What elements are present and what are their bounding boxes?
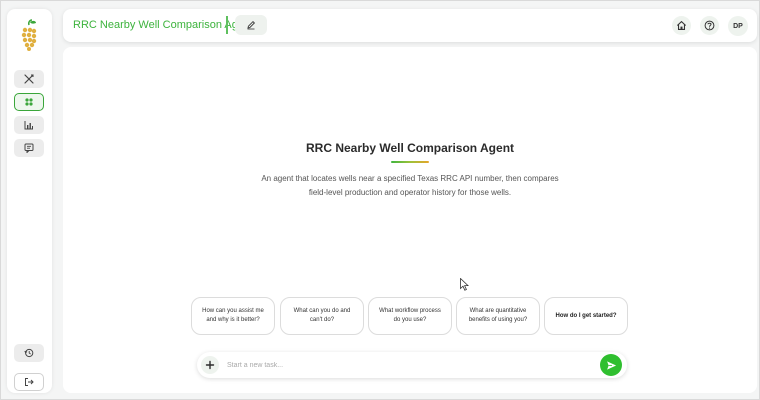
main-content: RRC Nearby Well Comparison Agent An agen… <box>63 47 757 393</box>
sidebar-item-history[interactable] <box>14 344 44 362</box>
send-button[interactable] <box>600 354 622 376</box>
prompt-card[interactable]: What are quantitative benefits of using … <box>456 297 540 335</box>
brand-logo <box>19 19 39 57</box>
task-composer <box>197 352 627 378</box>
sidebar-item-tools[interactable] <box>14 70 44 88</box>
add-attachment-button[interactable] <box>201 356 219 374</box>
home-icon <box>676 20 687 31</box>
agent-title: RRC Nearby Well Comparison Agent <box>305 141 515 155</box>
home-button[interactable] <box>672 16 691 35</box>
sidebar <box>7 9 52 393</box>
app-window: RRC Nearby Well Comparison Agent DP RRC … <box>0 0 760 400</box>
prompt-card[interactable]: How can you assist me and why is it bett… <box>191 297 275 335</box>
user-avatar[interactable]: DP <box>728 16 748 36</box>
top-header: RRC Nearby Well Comparison Agent DP <box>63 9 757 42</box>
sidebar-item-chat[interactable] <box>14 139 44 157</box>
mouse-cursor-icon <box>460 278 469 291</box>
sidebar-item-analytics[interactable] <box>14 116 44 134</box>
send-icon <box>606 360 616 370</box>
sidebar-item-agents[interactable] <box>14 93 44 111</box>
task-input[interactable] <box>227 357 587 373</box>
message-icon <box>24 143 34 153</box>
prompt-card[interactable]: What can you do and can't do? <box>280 297 364 335</box>
logout-icon <box>25 378 34 386</box>
nodes-icon <box>25 98 33 106</box>
agent-description: An agent that locates wells near a speci… <box>261 174 559 197</box>
prompt-card-get-started[interactable]: How do I get started? <box>544 297 628 335</box>
history-icon <box>24 348 34 358</box>
edit-title-button[interactable] <box>235 15 267 35</box>
help-button[interactable] <box>700 16 719 35</box>
help-icon <box>704 20 715 31</box>
pencil-icon <box>247 20 256 30</box>
bar-chart-icon <box>24 121 33 130</box>
title-divider <box>226 16 228 34</box>
crossed-tools-icon <box>24 74 34 84</box>
title-underline <box>391 161 429 163</box>
plus-icon <box>205 360 215 370</box>
prompt-card[interactable]: What workflow process do you use? <box>368 297 452 335</box>
logout-button[interactable] <box>14 373 44 391</box>
